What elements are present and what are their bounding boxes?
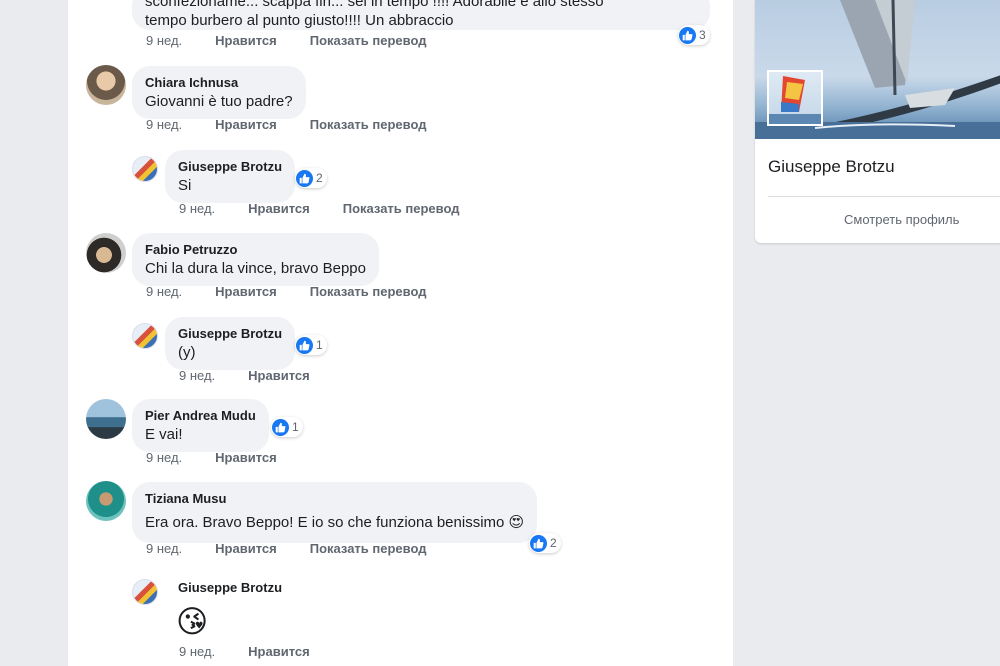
- avatar[interactable]: [86, 399, 126, 439]
- like-link[interactable]: Нравится: [215, 541, 277, 556]
- comment-author[interactable]: Chiara Ichnusa: [145, 74, 293, 92]
- comment-bubble: Tiziana Musu Era ora. Bravo Beppo! E io …: [132, 482, 538, 543]
- comment-meta: 9 нед. Нравится Показать перевод: [146, 117, 460, 132]
- like-link[interactable]: Нравится: [215, 450, 277, 465]
- translate-link[interactable]: Показать перевод: [310, 33, 427, 48]
- like-link[interactable]: Нравится: [215, 33, 277, 48]
- like-reaction-icon: [679, 26, 696, 44]
- comment-author[interactable]: Giuseppe Brotzu: [178, 325, 282, 343]
- avatar[interactable]: [86, 65, 126, 105]
- like-link[interactable]: Нравится: [248, 368, 310, 383]
- translate-link[interactable]: Показать перевод: [310, 541, 427, 556]
- profile-card: Giuseppe Brotzu Смотреть профиль: [755, 0, 1000, 243]
- like-link[interactable]: Нравится: [215, 117, 277, 132]
- reaction-count[interactable]: 2: [529, 533, 561, 553]
- comment-bubble: Fabio Petruzzo Chi la dura la vince, bra…: [132, 233, 379, 286]
- reaction-count[interactable]: 1: [295, 335, 327, 355]
- like-reaction-icon: [296, 336, 313, 354]
- like-link[interactable]: Нравится: [248, 201, 310, 216]
- comment-text: Giovanni è tuo padre?: [145, 93, 293, 110]
- comment-text: Si: [178, 177, 192, 194]
- comment-time[interactable]: 9 нед.: [179, 644, 215, 659]
- comment-meta: 9 нед. Нравится: [146, 450, 310, 465]
- comment-meta: 9 нед. Нравится Показать перевод: [146, 541, 460, 556]
- avatar[interactable]: [132, 156, 158, 182]
- comment-author[interactable]: Giuseppe Brotzu: [178, 579, 282, 597]
- comment-meta: 9 нед. Нравится Показать перевод: [146, 33, 460, 48]
- like-link[interactable]: Нравится: [215, 284, 277, 299]
- comment-bubble: Chiara Ichnusa Giovanni è tuo padre?: [132, 66, 306, 119]
- comment-bubble: Giuseppe Brotzu (y): [165, 317, 296, 370]
- comment-meta: 9 нед. Нравится Показать перевод: [179, 201, 493, 216]
- divider: [768, 196, 1000, 197]
- comments-feed: sconfezioname... scappa fin... sei in te…: [68, 0, 733, 666]
- comment-author[interactable]: Fabio Petruzzo: [145, 241, 366, 259]
- comment-author[interactable]: Pier Andrea Mudu: [145, 407, 256, 425]
- profile-cover-photo[interactable]: [755, 0, 1000, 139]
- comment-time[interactable]: 9 нед.: [146, 117, 182, 132]
- comment-text: E vai!: [145, 426, 183, 443]
- comment-text: Chi la dura la vince, bravo Beppo: [145, 260, 366, 277]
- kissing-face-emoji: 😘: [176, 604, 209, 639]
- avatar[interactable]: [132, 323, 158, 349]
- like-reaction-icon: [530, 534, 547, 552]
- comment-text: Era ora. Bravo Beppo! E io so che funzio…: [145, 514, 525, 531]
- reaction-count[interactable]: 2: [295, 168, 327, 188]
- comment-bubble: Giuseppe Brotzu Si: [165, 150, 296, 203]
- profile-thumbnail[interactable]: [767, 70, 823, 126]
- avatar[interactable]: [132, 579, 158, 605]
- reaction-count[interactable]: 3: [678, 25, 710, 45]
- comment-author[interactable]: Giuseppe Brotzu: [178, 158, 282, 176]
- comment-meta: 9 нед. Нравится: [179, 368, 343, 383]
- translate-link[interactable]: Показать перевод: [310, 117, 427, 132]
- comment-author[interactable]: Tiziana Musu: [145, 490, 524, 508]
- comment-meta: 9 нед. Нравится Показать перевод: [146, 284, 460, 299]
- avatar[interactable]: [86, 481, 126, 521]
- comment-time[interactable]: 9 нед.: [146, 33, 182, 48]
- comment-text: (y): [178, 344, 196, 361]
- comment-text: tempo burbero al punto giusto!!!! Un abb…: [145, 12, 454, 29]
- comment-time[interactable]: 9 нед.: [146, 541, 182, 556]
- comment-time[interactable]: 9 нед.: [146, 284, 182, 299]
- like-link[interactable]: Нравится: [248, 644, 310, 659]
- comment-bubble: Pier Andrea Mudu E vai!: [132, 399, 269, 452]
- like-reaction-icon: [272, 418, 289, 436]
- translate-link[interactable]: Показать перевод: [310, 284, 427, 299]
- windsurf-sail-icon: [769, 76, 821, 124]
- comment-time[interactable]: 9 нед.: [179, 368, 215, 383]
- comment-meta: 9 нед. Нравится: [179, 644, 343, 659]
- reaction-count[interactable]: 1: [271, 417, 303, 437]
- comment-bubble: sconfezioname... scappa fin... sei in te…: [132, 0, 710, 30]
- translate-link[interactable]: Показать перевод: [343, 201, 460, 216]
- comment-time[interactable]: 9 нед.: [146, 450, 182, 465]
- avatar[interactable]: [86, 233, 126, 273]
- like-reaction-icon: [296, 169, 313, 187]
- profile-name[interactable]: Giuseppe Brotzu: [768, 157, 895, 177]
- view-profile-link[interactable]: Смотреть профиль: [844, 212, 959, 227]
- comment-text: sconfezioname... scappa fin... sei in te…: [145, 0, 604, 10]
- comment-time[interactable]: 9 нед.: [179, 201, 215, 216]
